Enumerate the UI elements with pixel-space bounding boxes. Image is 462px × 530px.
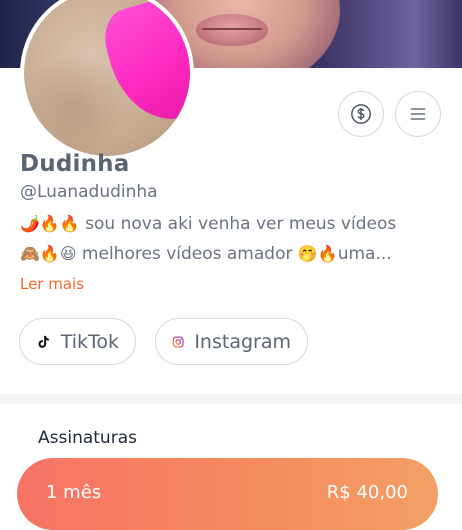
profile-name: Dudinha [20, 151, 130, 177]
profile-bio: 🌶️🔥🔥 sou nova aki venha ver meus vídeos … [20, 209, 430, 269]
instagram-label: Instagram [194, 330, 291, 353]
bio-emoji-2: 🙈🔥😆 [20, 244, 77, 263]
bio-text-3: uma... [337, 244, 392, 264]
bio-line-1: 🌶️🔥🔥 sou nova aki venha ver meus vídeos [20, 209, 430, 239]
avatar[interactable] [20, 0, 194, 160]
bio-emoji-3: 🤭🔥 [297, 244, 338, 263]
cover-lips [196, 14, 268, 46]
hamburger-menu-icon [410, 108, 426, 120]
plan-period: 1 mês [46, 482, 102, 503]
bio-line-2: 🙈🔥😆 melhores vídeos amador 🤭🔥uma... [20, 239, 430, 269]
instagram-icon [172, 336, 184, 347]
dollar-circle-icon [351, 104, 371, 124]
subscription-plan-button[interactable]: 1 mês R$ 40,00 [17, 458, 438, 530]
menu-button[interactable] [395, 91, 441, 137]
tiktok-link[interactable]: TikTok [19, 318, 136, 365]
bio-emoji-1: 🌶️🔥🔥 [20, 214, 80, 233]
bio-text-1: sou nova aki venha ver meus vídeos [79, 214, 397, 234]
section-divider [0, 394, 462, 404]
read-more-link[interactable]: Ler mais [20, 275, 84, 293]
plan-price: R$ 40,00 [326, 482, 408, 503]
profile-handle: @Luanadudinha [20, 182, 158, 202]
tiktok-label: TikTok [60, 330, 119, 353]
tip-button[interactable] [338, 91, 384, 137]
bio-text-2: melhores vídeos amador [76, 244, 298, 264]
subscriptions-title: Assinaturas [38, 428, 137, 448]
tiktok-icon [38, 335, 49, 348]
instagram-link[interactable]: Instagram [155, 318, 308, 365]
